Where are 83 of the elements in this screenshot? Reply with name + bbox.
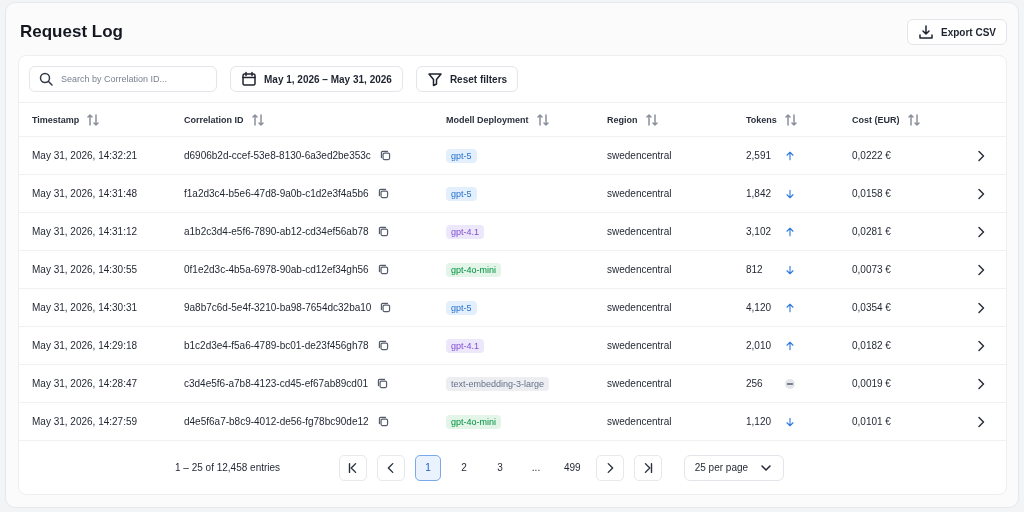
table-cell: 0f1e2d3c-4b5a-6978-90ab-cd12ef34gh56 — [184, 264, 369, 275]
table-cell-text: 256 — [746, 378, 764, 389]
column-header[interactable]: Tokens — [746, 114, 777, 125]
table-cell: d6906b2d-ccef-53e8-8130-6a3ed2be353c — [184, 150, 371, 161]
table-cell-text: 2,010 — [746, 340, 773, 351]
table-cell-text: 0,0019 € — [852, 378, 892, 389]
sort-icon — [534, 111, 549, 128]
table-cell-text: swedencentral — [607, 340, 673, 351]
table-cell: d4e5f6a7-b8c9-4012-de56-fg78bc90de12 — [184, 416, 369, 427]
table-cell-text: swedencentral — [607, 226, 673, 237]
table-cell: 9a8b7c6d-5e4f-3210-ba98-7654dc32ba10 — [184, 302, 372, 313]
copy-icon[interactable] — [378, 149, 392, 162]
table-cell-text: 0,0182 € — [852, 340, 892, 351]
column-header[interactable]: Region — [607, 114, 638, 125]
table-cell-text: swedencentral — [607, 188, 673, 199]
table-cell-text: May 31, 2026, 14:27:59 — [32, 416, 139, 427]
table-cell-text: 0,0101 € — [852, 416, 892, 427]
table-cell-text: 0,0073 € — [852, 264, 892, 275]
column-header[interactable]: Timestamp — [32, 114, 80, 125]
model-tag: text-embedding-3-large — [446, 376, 550, 391]
column-header[interactable]: Correlation ID — [184, 114, 244, 125]
model-tag: gpt-4o-mini — [446, 414, 502, 429]
page-title: Request Log — [20, 22, 123, 42]
previous-page-button[interactable] — [377, 454, 405, 481]
column-header[interactable]: Modell Deployment — [446, 114, 529, 125]
page-button[interactable]: 1 — [415, 454, 441, 481]
table-cell-text: 0,0281 € — [852, 226, 892, 237]
table-cell: f1a2d3c4-b5e6-47d8-9a0b-c1d2e3f4a5b6 — [184, 188, 369, 199]
table-cell-text: May 31, 2026, 14:29:18 — [32, 340, 139, 351]
table-cell-text: May 31, 2026, 14:31:12 — [32, 226, 139, 237]
copy-icon[interactable] — [376, 339, 390, 352]
table-cell-text: 0,0354 € — [852, 302, 892, 313]
sort-icon — [905, 111, 920, 128]
calendar-icon — [241, 71, 257, 87]
last-page-button[interactable] — [633, 454, 662, 481]
download-icon — [918, 24, 934, 40]
table-cell-text: 1,842 — [746, 188, 773, 199]
table-cell-text: swedencentral — [607, 416, 673, 427]
model-tag: gpt-5 — [446, 300, 477, 315]
model-tag: gpt-4o-mini — [446, 262, 502, 277]
table-cell-text: 0,0222 € — [852, 150, 892, 161]
date-range-button[interactable]: May 1, 2026 – May 31, 2026 — [230, 66, 403, 92]
table-cell: b1c2d3e4-f5a6-4789-bc01-de23f456gh78 — [184, 340, 369, 351]
table-cell-text: 1,120 — [746, 416, 773, 427]
table-cell-text: swedencentral — [607, 302, 673, 313]
table-cell: a1b2c3d4-e5f6-7890-ab12-cd34ef56ab78 — [184, 226, 369, 237]
sort-icon — [249, 111, 264, 128]
copy-icon[interactable] — [376, 377, 390, 390]
export-button[interactable]: Export CSV — [907, 19, 1007, 45]
table-cell: c3d4e5f6-a7b8-4123-cd45-ef67ab89cd01 — [184, 378, 369, 389]
model-tag: gpt-4.1 — [446, 224, 485, 239]
entries-summary: 1 – 25 of 12,458 entries — [175, 462, 282, 473]
sort-icon — [643, 111, 658, 128]
table-cell-text: May 31, 2026, 14:30:31 — [32, 302, 139, 313]
model-tag: gpt-4.1 — [446, 338, 485, 353]
page-size-dropdown[interactable]: 25 per page — [683, 454, 784, 481]
search-field[interactable]: Search by Correlation ID... — [29, 66, 217, 92]
copy-icon[interactable] — [379, 301, 393, 314]
copy-icon[interactable] — [376, 187, 390, 200]
table-cell-text: 4,120 — [746, 302, 773, 313]
copy-icon[interactable] — [376, 415, 390, 428]
table-cell-text: swedencentral — [607, 378, 673, 389]
reset-filters-button[interactable]: Reset filters — [415, 66, 519, 92]
table-cell-text: May 31, 2026, 14:28:47 — [32, 378, 139, 389]
table-cell-text: May 31, 2026, 14:31:48 — [32, 188, 139, 199]
column-header[interactable]: Cost (EUR) — [852, 114, 900, 125]
copy-icon[interactable] — [376, 263, 390, 276]
table-cell-text: May 31, 2026, 14:30:55 — [32, 264, 139, 275]
first-page-button[interactable] — [339, 454, 367, 481]
table-cell-text: May 31, 2026, 14:32:21 — [32, 150, 139, 161]
table-cell-text: 3,102 — [746, 226, 773, 237]
sort-icon — [782, 111, 797, 128]
model-tag: gpt-5 — [446, 186, 477, 201]
table-cell-text: 0,0158 € — [852, 188, 892, 199]
table-cell-text: swedencentral — [607, 264, 673, 275]
table-cell-text: swedencentral — [607, 150, 673, 161]
copy-icon[interactable] — [376, 225, 390, 238]
sort-icon — [85, 111, 100, 128]
next-page-button[interactable] — [595, 454, 624, 481]
filter-icon — [426, 71, 443, 87]
model-tag: gpt-5 — [446, 148, 477, 163]
table-cell-text: 2,591 — [746, 150, 773, 161]
table-cell-text: 812 — [746, 264, 764, 275]
